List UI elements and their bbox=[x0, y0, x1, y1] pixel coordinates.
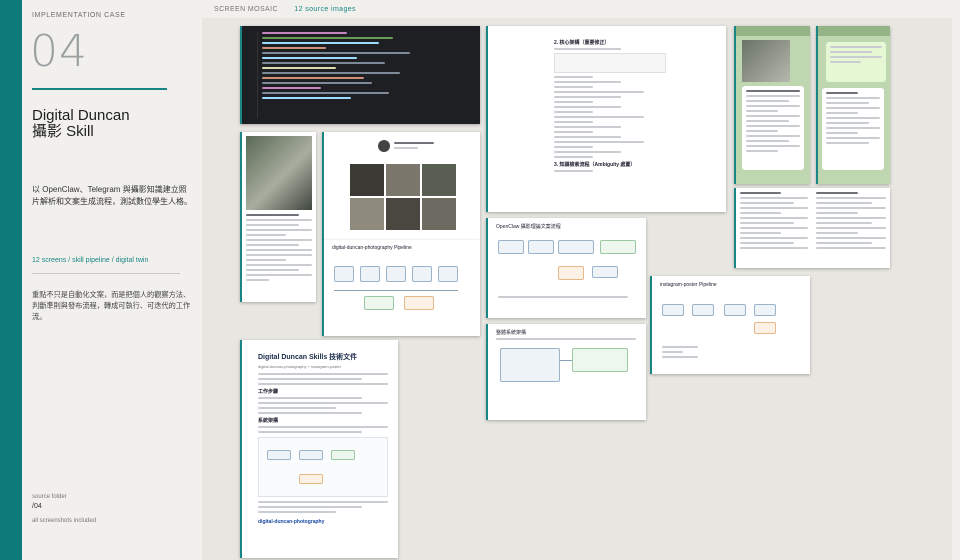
screenshot-instagram-poster-pipeline[interactable]: instagram-poster Pipeline bbox=[650, 276, 810, 374]
screen-mosaic: digital-duncan-photography Pipeline Digi… bbox=[202, 18, 952, 560]
reference-col-2 bbox=[816, 192, 886, 264]
screenshot-telegram-chat-1[interactable] bbox=[734, 26, 810, 184]
screenshot-reference-pages[interactable] bbox=[734, 188, 890, 268]
screenshot-system-architecture[interactable]: 整體系統架構 bbox=[486, 324, 646, 420]
doc-section-steps: 工作步驟 bbox=[258, 389, 279, 395]
screenshot-instagram-post[interactable] bbox=[240, 132, 316, 302]
notes-section-retrieval: 3. 知識檢索流程（Ambiguity 處置） bbox=[554, 162, 636, 168]
pipeline-connector bbox=[334, 290, 458, 291]
number-underline bbox=[32, 88, 167, 90]
case-tags: 12 screens / skill pipeline / digital tw… bbox=[32, 257, 149, 264]
case-title-line1: Digital Duncan bbox=[32, 107, 130, 124]
doc-link[interactable]: digital-duncan-photography bbox=[258, 519, 388, 525]
mosaic-header: SCREEN MOSAIC 12 source images bbox=[214, 6, 370, 13]
instagram-pipeline-title: instagram-poster Pipeline bbox=[660, 282, 717, 288]
openclaw-step-3 bbox=[558, 240, 594, 254]
pipeline-step-2 bbox=[360, 266, 380, 282]
pipeline-step-3 bbox=[386, 266, 406, 282]
source-folder-value: /04 bbox=[32, 503, 42, 510]
chat-bubble-options bbox=[822, 88, 884, 170]
doc-body: Digital Duncan Skills 技術文件 digital-dunca… bbox=[258, 352, 388, 554]
notes-code-block bbox=[554, 53, 666, 73]
poster-step-1 bbox=[662, 304, 684, 316]
case-note: 重點不只是自動化文案，而是把個人的觀察方法、判斷準則與發布流程，轉成可執行、可迭… bbox=[32, 290, 191, 321]
architecture-node-1 bbox=[500, 348, 560, 382]
openclaw-step-2 bbox=[528, 240, 554, 254]
poster-step-2 bbox=[692, 304, 714, 316]
screenshot-photography-pipeline[interactable]: digital-duncan-photography Pipeline bbox=[322, 240, 480, 336]
notes-body: 2. 核心架構（重要修正） 3. 知識檢索流程（Ambiguity 處置） bbox=[554, 36, 666, 208]
reference-col-1 bbox=[740, 192, 808, 264]
chat-photo bbox=[742, 40, 790, 82]
grid-photo-5 bbox=[386, 198, 420, 230]
mosaic-count: 12 source images bbox=[294, 6, 356, 13]
screenshot-code-editor[interactable] bbox=[240, 26, 480, 124]
grid-photo-4 bbox=[350, 198, 384, 230]
chat-bubble-reply bbox=[742, 86, 804, 170]
divider bbox=[32, 273, 180, 274]
source-folder-label: source folder bbox=[32, 494, 67, 500]
grid-photo-1 bbox=[350, 164, 384, 196]
case-title-line2: 攝影 Skill bbox=[32, 123, 94, 140]
openclaw-flow-title: OpenClaw 攝影理論文案流程 bbox=[496, 224, 561, 230]
pipeline-step-1 bbox=[334, 266, 354, 282]
accent-sidebar-bar bbox=[0, 0, 22, 560]
pipeline-step-5 bbox=[438, 266, 458, 282]
post-caption bbox=[246, 214, 312, 298]
grid-photo-3 bbox=[422, 164, 456, 196]
openclaw-step-4 bbox=[600, 240, 636, 254]
case-description: 以 OpenClaw、Telegram 與攝影知識建立照片解析和文案生成流程，測… bbox=[32, 185, 192, 206]
eyebrow-label: IMPLEMENTATION CASE bbox=[32, 12, 126, 19]
screenshot-architecture-notes[interactable]: 2. 核心架構（重要修正） 3. 知識檢索流程（Ambiguity 處置） bbox=[486, 26, 726, 212]
chat-bubble-request bbox=[826, 42, 886, 82]
openclaw-step-6 bbox=[592, 266, 618, 278]
case-title: Digital Duncan 攝影 Skill bbox=[32, 108, 182, 140]
openclaw-footnote bbox=[498, 296, 628, 301]
screenshot-telegram-chat-2[interactable] bbox=[816, 26, 890, 184]
case-info-panel: IMPLEMENTATION CASE 04 Digital Duncan 攝影… bbox=[22, 0, 192, 560]
profile-avatar bbox=[378, 140, 390, 152]
architecture-connector bbox=[560, 360, 572, 361]
screenshot-technical-document[interactable]: Digital Duncan Skills 技術文件 digital-dunca… bbox=[240, 340, 398, 558]
architecture-title: 整體系統架構 bbox=[496, 330, 527, 336]
pipeline-step-4 bbox=[412, 266, 432, 282]
chat-header bbox=[736, 26, 810, 36]
doc-embedded-diagram bbox=[258, 437, 388, 497]
source-folder-note: all screenshots included bbox=[32, 518, 97, 524]
screenshot-instagram-profile[interactable] bbox=[322, 132, 480, 240]
pipeline-title: digital-duncan-photography Pipeline bbox=[332, 245, 412, 251]
doc-subtitle: digital-duncan-photography + instagram-p… bbox=[258, 364, 342, 369]
openclaw-step-1 bbox=[498, 240, 524, 254]
editor-code bbox=[262, 32, 474, 118]
mosaic-label: SCREEN MOSAIC bbox=[214, 6, 278, 13]
post-photo bbox=[246, 136, 312, 210]
grid-photo-2 bbox=[386, 164, 420, 196]
grid-photo-6 bbox=[422, 198, 456, 230]
doc-section-architecture: 系統架構 bbox=[258, 418, 279, 424]
poster-notes bbox=[662, 346, 722, 361]
notes-section-core: 2. 核心架構（重要修正） bbox=[554, 40, 610, 46]
openclaw-step-5 bbox=[558, 266, 584, 280]
chat-header bbox=[818, 26, 890, 36]
architecture-caption bbox=[496, 338, 636, 343]
pipeline-output-2 bbox=[404, 296, 434, 310]
architecture-node-2 bbox=[572, 348, 628, 372]
poster-step-3 bbox=[724, 304, 746, 316]
screenshot-openclaw-flow[interactable]: OpenClaw 攝影理論文案流程 bbox=[486, 218, 646, 318]
poster-step-5 bbox=[754, 322, 776, 334]
doc-title: Digital Duncan Skills 技術文件 bbox=[258, 354, 358, 361]
poster-step-4 bbox=[754, 304, 776, 316]
pipeline-output-1 bbox=[364, 296, 394, 310]
editor-gutter bbox=[246, 32, 258, 118]
case-number: 04 bbox=[30, 26, 88, 77]
